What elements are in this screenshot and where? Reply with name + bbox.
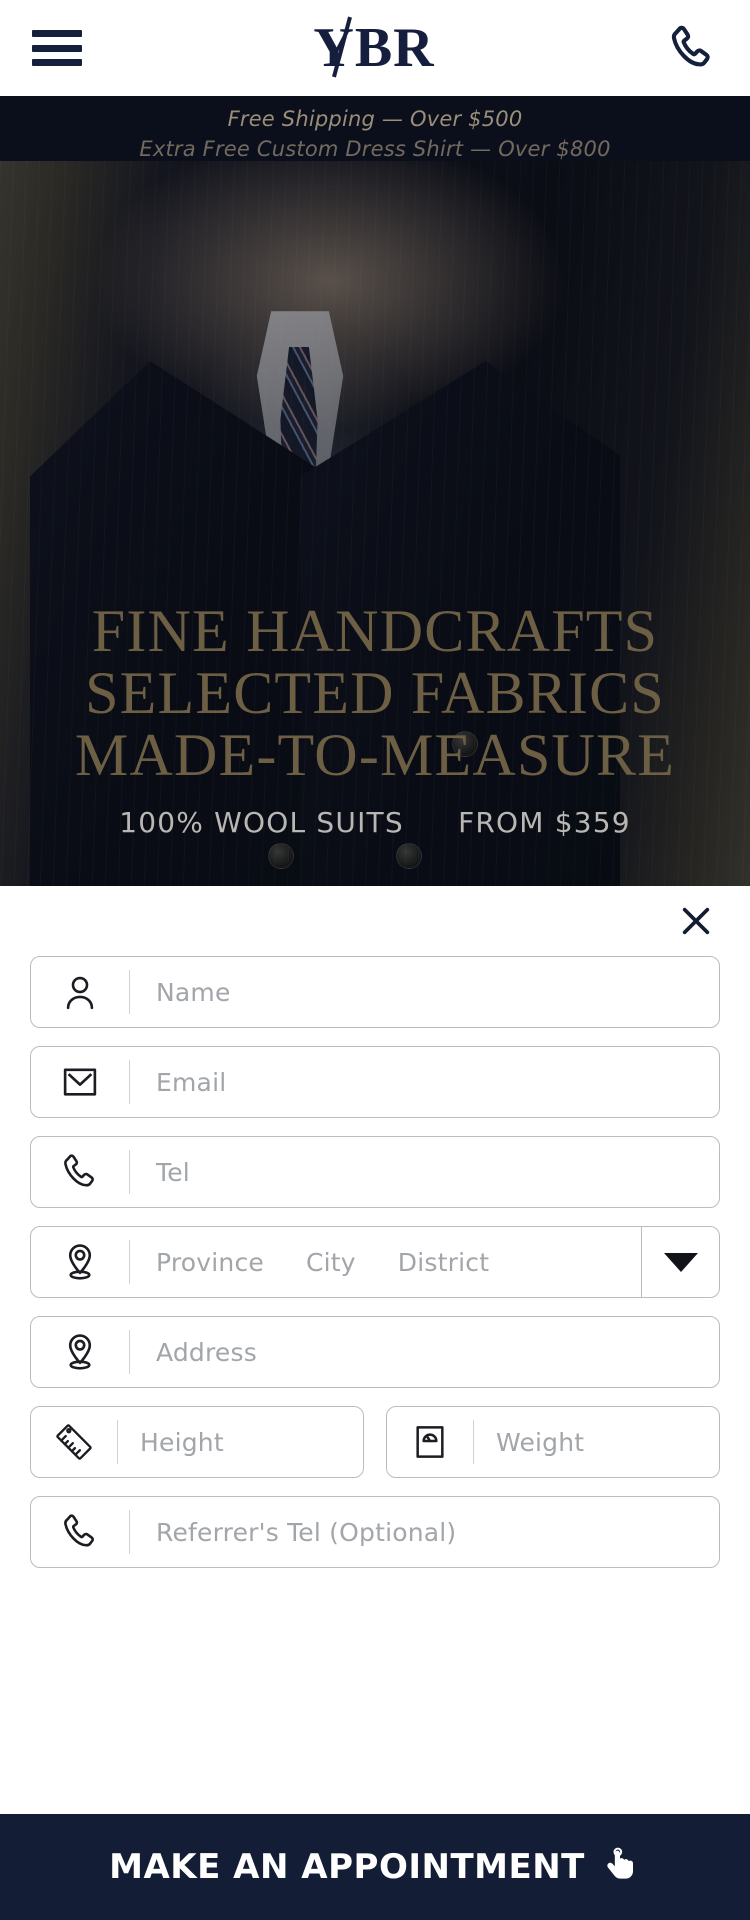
- location-pin-icon: [31, 1227, 129, 1297]
- address-input[interactable]: Address: [130, 1338, 719, 1367]
- tel-field[interactable]: Tel: [30, 1136, 720, 1208]
- hero-headline-line-2: SELECTED FABRICS: [85, 659, 665, 726]
- region-district: District: [397, 1247, 490, 1277]
- ruler-icon: [31, 1407, 117, 1477]
- brand-logo[interactable]: YBR: [313, 16, 435, 79]
- hero-subtitle-right: FROM $359: [458, 806, 631, 840]
- phone-icon: [31, 1137, 129, 1207]
- region-value[interactable]: Province City District: [130, 1248, 641, 1277]
- region-city: City: [305, 1247, 356, 1277]
- caret-down-icon: [663, 1252, 698, 1272]
- hero-subtitle-left: 100% WOOL SUITS: [119, 806, 404, 840]
- make-appointment-button[interactable]: MAKE AN APPOINTMENT: [0, 1814, 750, 1920]
- height-field[interactable]: Height: [30, 1406, 364, 1478]
- phone-icon[interactable]: [666, 20, 718, 76]
- weight-field[interactable]: Weight: [386, 1406, 720, 1478]
- tel-input[interactable]: Tel: [130, 1158, 719, 1187]
- hero-headline-line-1: FINE HANDCRAFTS: [91, 598, 659, 664]
- height-input[interactable]: Height: [118, 1428, 363, 1457]
- name-input[interactable]: Name: [130, 978, 719, 1007]
- name-field[interactable]: Name: [30, 956, 720, 1028]
- phone-icon: [31, 1497, 129, 1567]
- email-field[interactable]: Email: [30, 1046, 720, 1118]
- hero-subtitle: 100% WOOL SUITS FROM $359: [0, 806, 750, 839]
- panel-header: [30, 886, 720, 956]
- close-icon[interactable]: [674, 899, 718, 943]
- hamburger-bar: [32, 30, 82, 37]
- envelope-icon: [31, 1047, 129, 1117]
- measurements-row: Height Weight: [30, 1406, 720, 1496]
- make-appointment-label: MAKE AN APPOINTMENT: [109, 1847, 585, 1887]
- region-dropdown-button[interactable]: [641, 1227, 719, 1297]
- announcement-line-2: Extra Free Custom Dress Shirt — Over $80…: [139, 136, 611, 161]
- announcement-line-1: Free Shipping — Over $500: [227, 107, 523, 131]
- hamburger-bar: [32, 59, 82, 66]
- hero-headline-line-3: MADE-TO-MEASURE: [74, 721, 676, 788]
- email-input[interactable]: Email: [130, 1068, 719, 1097]
- referrer-tel-input[interactable]: Referrer's Tel (Optional): [130, 1518, 719, 1547]
- site-header: YBR: [0, 0, 750, 96]
- location-pin-icon: [31, 1317, 129, 1387]
- region-province: Province: [156, 1247, 264, 1277]
- hero-copy: FINE HANDCRAFTS SELECTED FABRICS MADE-TO…: [0, 598, 750, 839]
- region-select-field[interactable]: Province City District: [30, 1226, 720, 1298]
- page-root: YBR Free Shipping — Over $500 Extra Free…: [0, 0, 750, 1920]
- appointment-form-panel: Name Email Tel Province City District Ad…: [0, 886, 750, 1920]
- announcement-bar: Free Shipping — Over $500 Extra Free Cus…: [0, 96, 750, 161]
- weight-input[interactable]: Weight: [474, 1428, 719, 1457]
- referrer-tel-field[interactable]: Referrer's Tel (Optional): [30, 1496, 720, 1568]
- hamburger-bar: [32, 44, 82, 52]
- hero-banner: FINE HANDCRAFTS SELECTED FABRICS MADE-TO…: [0, 161, 750, 886]
- scale-icon: [387, 1407, 473, 1477]
- hamburger-menu-icon[interactable]: [32, 26, 82, 70]
- pointing-hand-icon: [601, 1846, 641, 1888]
- address-field[interactable]: Address: [30, 1316, 720, 1388]
- user-icon: [31, 957, 129, 1027]
- brand-logo-text: YBR: [313, 17, 435, 79]
